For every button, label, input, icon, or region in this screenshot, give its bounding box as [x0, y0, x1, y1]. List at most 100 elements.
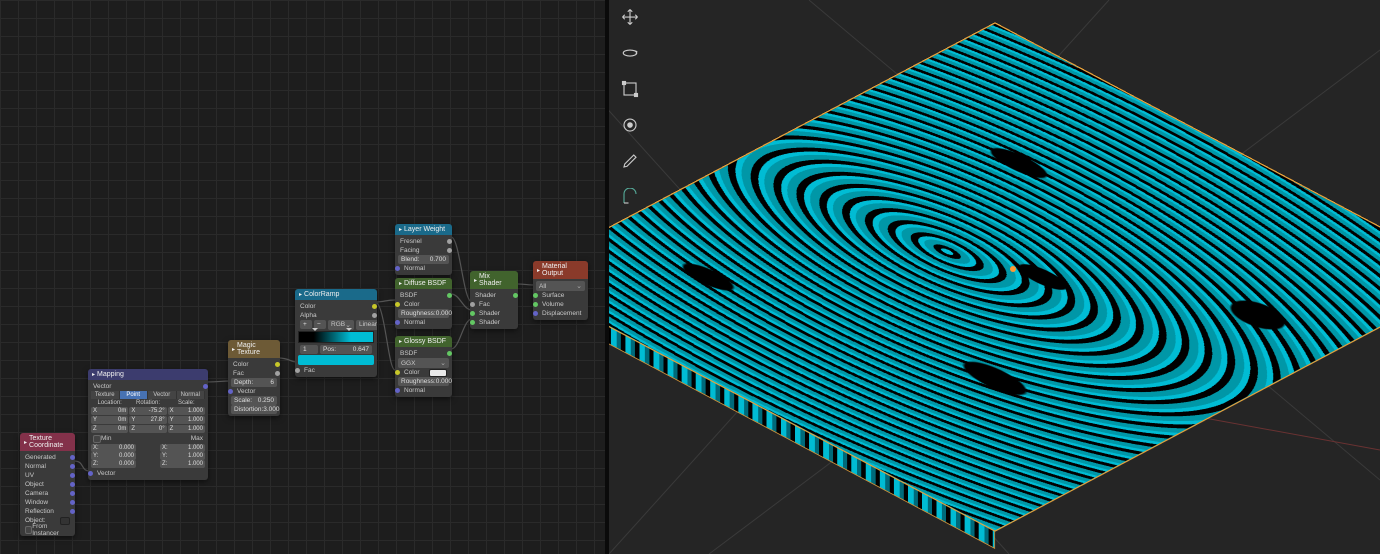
min-checkbox[interactable]	[93, 435, 101, 443]
socket-label: BSDF	[400, 292, 417, 299]
plane-top-face	[609, 24, 1380, 531]
ramp-interp[interactable]: Linear	[356, 320, 377, 330]
annotate-tool-icon[interactable]	[619, 150, 641, 172]
node-texture-coordinate[interactable]: Texture Coordinate Generated Normal UV O…	[20, 433, 75, 536]
mapping-tab-vector[interactable]: Vector	[148, 391, 177, 399]
node-header[interactable]: Mapping	[88, 369, 208, 380]
node-title: ColorRamp	[304, 291, 339, 298]
node-mix-shader[interactable]: Mix Shader Shader Fac Shader Shader	[470, 271, 518, 329]
socket-label: Window	[25, 499, 48, 506]
ramp-add[interactable]: +	[300, 320, 312, 329]
node-colorramp[interactable]: ColorRamp Color Alpha + − RGB Linear 1 P…	[295, 289, 377, 377]
socket-label: Normal	[404, 319, 425, 326]
node-glossy-bsdf[interactable]: Glossy BSDF BSDF GGX Color Roughness:0.0…	[395, 336, 452, 397]
distortion-field[interactable]: Distortion:3.000	[231, 405, 277, 414]
node-header[interactable]: Magic Texture	[228, 340, 280, 358]
socket-label: Color	[404, 369, 420, 376]
scl-y[interactable]: Y1.000	[168, 416, 205, 424]
node-title: Material Output	[542, 263, 584, 277]
node-title: Glossy BSDF	[404, 338, 446, 345]
socket-label: Shader	[479, 310, 500, 317]
socket-label: Normal	[404, 387, 425, 394]
socket-label: Fac	[304, 367, 315, 374]
node-title: Mix Shader	[479, 273, 514, 287]
max-x[interactable]: X:1.000	[160, 444, 205, 452]
min-x[interactable]: X:0.000	[91, 444, 136, 452]
transform-tool-icon[interactable]	[619, 114, 641, 136]
mapping-tab-normal[interactable]: Normal	[177, 391, 206, 399]
ramp-index[interactable]: 1	[300, 345, 318, 354]
mapping-tab-point[interactable]: Point	[120, 391, 149, 399]
field-label: Max	[191, 435, 203, 442]
blend-field[interactable]: Blend:0.700	[398, 255, 449, 264]
rot-x[interactable]: X-75.2°	[129, 407, 166, 415]
viewport-toolbar	[619, 6, 641, 208]
socket-label: Normal	[25, 463, 46, 470]
field-label: From Instancer	[32, 523, 70, 537]
scale-tool-icon[interactable]	[619, 78, 641, 100]
min-y[interactable]: Y:0.000	[91, 452, 136, 460]
loc-z[interactable]: Z0m	[91, 425, 128, 433]
output-target[interactable]: All	[536, 281, 585, 291]
socket-label: Facing	[400, 247, 420, 254]
node-mapping[interactable]: Mapping Vector Texture Point Vector Norm…	[88, 369, 208, 480]
rot-z[interactable]: Z0°	[129, 425, 166, 433]
glossy-color-swatch[interactable]	[429, 369, 447, 377]
rotate-tool-icon[interactable]	[619, 42, 641, 64]
scale-field[interactable]: Scale:0.250	[231, 396, 277, 405]
node-editor-panel[interactable]: Texture Coordinate Generated Normal UV O…	[0, 0, 605, 554]
node-header[interactable]: Glossy BSDF	[395, 336, 452, 347]
glossy-distribution[interactable]: GGX	[398, 358, 449, 368]
socket-label: UV	[25, 472, 34, 479]
diffuse-roughness[interactable]: Roughness:0.000	[398, 309, 449, 318]
node-header[interactable]: Mix Shader	[470, 271, 518, 289]
col-header: Rotation:	[129, 400, 166, 406]
socket-label: Fac	[233, 370, 244, 377]
scl-z[interactable]: Z1.000	[168, 425, 205, 433]
rot-y[interactable]: Y27.8°	[129, 416, 166, 424]
col-header: Location:	[91, 400, 128, 406]
measure-tool-icon[interactable]	[619, 186, 641, 208]
colorramp-gradient[interactable]	[298, 331, 374, 343]
socket-label: Volume	[542, 301, 564, 308]
socket-label: Alpha	[300, 312, 317, 319]
max-z[interactable]: Z:1.000	[160, 460, 205, 468]
col-header: Scale:	[168, 400, 205, 406]
ramp-pos[interactable]: Pos:0.647	[320, 345, 372, 354]
loc-y[interactable]: Y0m	[91, 416, 128, 424]
node-material-output[interactable]: Material Output All Surface Volume Displ…	[533, 261, 588, 320]
field-label: Min	[101, 435, 111, 442]
viewport-object-plane[interactable]	[655, 0, 1335, 554]
from-instancer-checkbox[interactable]	[25, 526, 32, 534]
move-tool-icon[interactable]	[619, 6, 641, 28]
node-title: Diffuse BSDF	[404, 280, 446, 287]
socket-label: Generated	[25, 454, 56, 461]
node-header[interactable]: Layer Weight	[395, 224, 452, 235]
depth-field[interactable]: Depth:6	[231, 378, 277, 387]
max-y[interactable]: Y:1.000	[160, 452, 205, 460]
object-origin-icon	[1010, 266, 1016, 272]
socket-label: Displacement	[542, 310, 581, 317]
node-header[interactable]: Texture Coordinate	[20, 433, 75, 451]
socket-label: Vector	[97, 470, 115, 477]
viewport-3d-panel[interactable]	[609, 0, 1380, 554]
node-title: Layer Weight	[404, 226, 445, 233]
socket-label: Shader	[475, 292, 496, 299]
min-z[interactable]: Z:0.000	[91, 460, 136, 468]
socket-label: Vector	[93, 383, 111, 390]
node-diffuse-bsdf[interactable]: Diffuse BSDF BSDF Color Roughness:0.000 …	[395, 278, 452, 329]
socket-label: Fac	[479, 301, 490, 308]
node-layer-weight[interactable]: Layer Weight Fresnel Facing Blend:0.700 …	[395, 224, 452, 275]
node-magic-texture[interactable]: Magic Texture Color Fac Depth:6 Vector S…	[228, 340, 280, 416]
loc-x[interactable]: X0m	[91, 407, 128, 415]
socket-label: Reflection	[25, 508, 54, 515]
scl-x[interactable]: X1.000	[168, 407, 205, 415]
node-header[interactable]: Material Output	[533, 261, 588, 279]
node-header[interactable]: ColorRamp	[295, 289, 377, 300]
socket-label: Color	[233, 361, 249, 368]
ramp-color-swatch[interactable]	[298, 355, 374, 365]
glossy-roughness[interactable]: Roughness:0.000	[398, 377, 449, 386]
node-header[interactable]: Diffuse BSDF	[395, 278, 452, 289]
mapping-tab-texture[interactable]: Texture	[91, 391, 120, 399]
node-title: Magic Texture	[237, 342, 276, 356]
